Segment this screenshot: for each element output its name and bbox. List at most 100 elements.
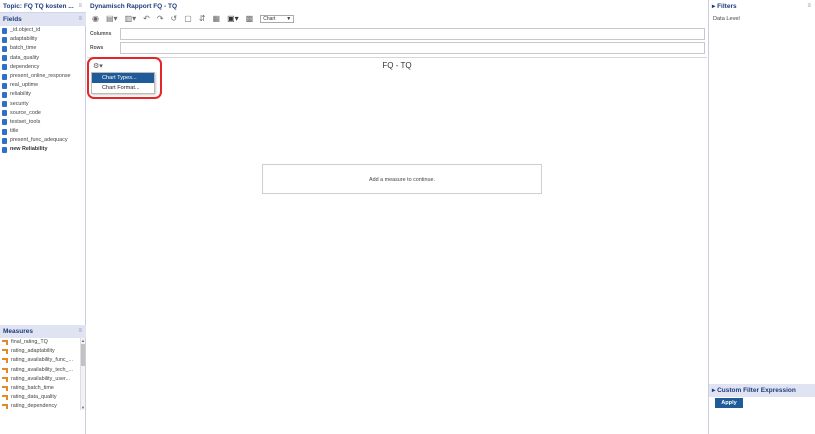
field-item[interactable]: batch_time — [2, 44, 84, 53]
field-label: testset_tools — [10, 118, 41, 125]
reset-icon[interactable]: ↺ — [171, 13, 178, 25]
save-icon[interactable]: ▤▾ — [106, 13, 118, 25]
table-icon[interactable]: ▩ — [246, 13, 254, 25]
measure-icon — [2, 395, 8, 401]
swap-axes-icon[interactable]: ⇵ — [199, 13, 206, 25]
chart-select-value: Chart — [263, 16, 276, 22]
collapse-right-icon[interactable]: ≡ — [807, 0, 811, 13]
field-item[interactable]: data_quality — [2, 54, 84, 63]
empty-chart-placeholder: Add a measure to continue. — [262, 164, 542, 194]
field-item[interactable]: adaptability — [2, 35, 84, 44]
measure-icon — [2, 349, 8, 355]
measures-menu-icon[interactable]: ≡ — [78, 325, 82, 338]
report-area: Dynamisch Rapport FQ - TQ ◉ ▤▾ ▥▾ ↶ ↷ ↺ … — [87, 0, 707, 434]
fields-list: _id.object_id adaptability batch_time data_… — [2, 26, 84, 155]
measure-icon — [2, 367, 8, 373]
field-label: reliability — [10, 91, 31, 98]
topic-header: Topic: FQ TQ kosten ... ≡ — [0, 0, 86, 13]
dimension-icon — [2, 55, 7, 62]
field-item[interactable]: new Reliability — [2, 145, 84, 154]
field-item[interactable]: dependency — [2, 63, 84, 72]
scroll-up-icon[interactable]: ▲ — [81, 338, 85, 343]
field-label: real_uptime — [10, 82, 39, 89]
scroll-thumb[interactable] — [81, 344, 85, 366]
measure-label: rating_data_quality — [11, 394, 57, 401]
measure-item[interactable]: final_rating_TQ — [2, 338, 80, 347]
dimension-icon — [2, 45, 7, 52]
scroll-down-icon[interactable]: ▼ — [81, 405, 85, 410]
right-panel: ▸ Filters ≡ Data Level ▸ Custom Filter E… — [708, 0, 815, 434]
field-item[interactable]: present_online_response — [2, 72, 84, 81]
columns-drop-zone[interactable] — [120, 28, 705, 40]
filters-header: ▸ Filters ≡ — [709, 0, 815, 13]
view-icon[interactable]: ◉ — [92, 13, 99, 25]
measures-list: final_rating_TQ rating_adaptabilityrating… — [2, 338, 80, 410]
measure-item[interactable]: rating_availability_tech_... — [2, 366, 80, 375]
rows-drop-zone[interactable] — [120, 42, 705, 54]
comment-icon[interactable]: ▢ — [184, 13, 192, 25]
measure-label: rating_availability_user... — [11, 375, 71, 382]
field-item[interactable]: _id.object_id — [2, 26, 84, 35]
dimension-icon — [2, 147, 7, 154]
field-label: present_func_adequacy — [10, 137, 68, 144]
report-header: Dynamisch Rapport FQ - TQ — [87, 0, 707, 13]
redo-icon[interactable]: ↷ — [157, 13, 164, 25]
columns-label: Columns — [90, 31, 112, 37]
measure-label: final_rating_TQ — [11, 339, 48, 345]
chart-options-gear-icon[interactable]: ⚙▾ — [93, 62, 103, 70]
menu-item-chart-format[interactable]: Chart Format... — [92, 83, 154, 93]
fields-menu-icon[interactable]: ≡ — [78, 13, 82, 26]
menu-item-chart-types[interactable]: Chart Types... — [92, 73, 154, 83]
dimension-icon — [2, 110, 7, 117]
measure-item[interactable]: rating_data_quality — [2, 393, 80, 402]
left-panel: Topic: FQ TQ kosten ... ≡ Fields ≡ _id.o… — [0, 0, 86, 434]
field-item[interactable]: title — [2, 127, 84, 136]
measures-scrollbar[interactable]: ▲ ▼ — [80, 338, 85, 410]
undo-icon[interactable]: ↶ — [143, 13, 150, 25]
measures-header-label: Measures — [3, 328, 33, 335]
field-label: data_quality — [10, 54, 40, 61]
topic-title: Topic: FQ TQ kosten ... — [3, 3, 74, 10]
report-title: Dynamisch Rapport FQ - TQ — [90, 3, 178, 10]
field-item[interactable]: reliability — [2, 90, 84, 99]
measure-item[interactable]: rating_availability_func_... — [2, 356, 80, 365]
chevron-down-icon: ▼ — [286, 16, 292, 22]
field-item[interactable]: source_code — [2, 109, 84, 118]
measure-icon — [2, 358, 8, 364]
measure-icon — [2, 340, 8, 346]
field-label: adaptability — [10, 36, 38, 43]
dimension-icon — [2, 137, 7, 144]
measure-label: rating_availability_func_... — [11, 357, 74, 364]
dimension-icon — [2, 36, 7, 43]
dimension-icon — [2, 128, 7, 135]
field-item[interactable]: real_uptime — [2, 81, 84, 90]
field-label: title — [10, 128, 19, 135]
toolbar: ◉ ▤▾ ▥▾ ↶ ↷ ↺ ▢ ⇵ ▦ ▣▾ ▩ Chart ▼ — [87, 13, 707, 25]
field-label: dependency — [10, 63, 40, 70]
measure-label: rating_availability_tech_... — [11, 366, 74, 373]
collapse-left-icon[interactable]: ≡ — [78, 0, 82, 12]
measure-item[interactable]: rating_batch_time — [2, 384, 80, 393]
measure-label: rating_adaptability — [11, 348, 55, 355]
field-label: present_online_response — [10, 72, 71, 79]
dimension-icon — [2, 73, 7, 80]
field-label: batch_time — [10, 45, 37, 52]
layout-icon[interactable]: ▦ — [213, 13, 221, 25]
field-item[interactable]: testset_tools — [2, 118, 84, 127]
measure-item[interactable]: rating_adaptability — [2, 347, 80, 356]
field-item[interactable]: security — [2, 100, 84, 109]
field-item[interactable]: present_func_adequacy — [2, 136, 84, 145]
measure-item[interactable]: rating_availability_user... — [2, 375, 80, 384]
chart-options-menu: Chart Types... Chart Format... — [91, 72, 155, 94]
export-icon[interactable]: ▥▾ — [125, 13, 137, 25]
custom-filter-header[interactable]: ▸ Custom Filter Expression — [709, 384, 815, 397]
measure-icon — [2, 404, 8, 410]
dimension-icon — [2, 64, 7, 71]
placeholder-text: Add a measure to continue. — [369, 177, 435, 183]
chart-mode-icon[interactable]: ▣▾ — [227, 13, 239, 25]
chart-type-select[interactable]: Chart ▼ — [260, 15, 295, 23]
data-level-label: Data Level — [713, 16, 740, 22]
measure-item[interactable]: rating_dependency — [2, 402, 80, 410]
apply-button[interactable]: Apply — [715, 398, 743, 408]
filters-header-label: Filters — [717, 3, 737, 10]
